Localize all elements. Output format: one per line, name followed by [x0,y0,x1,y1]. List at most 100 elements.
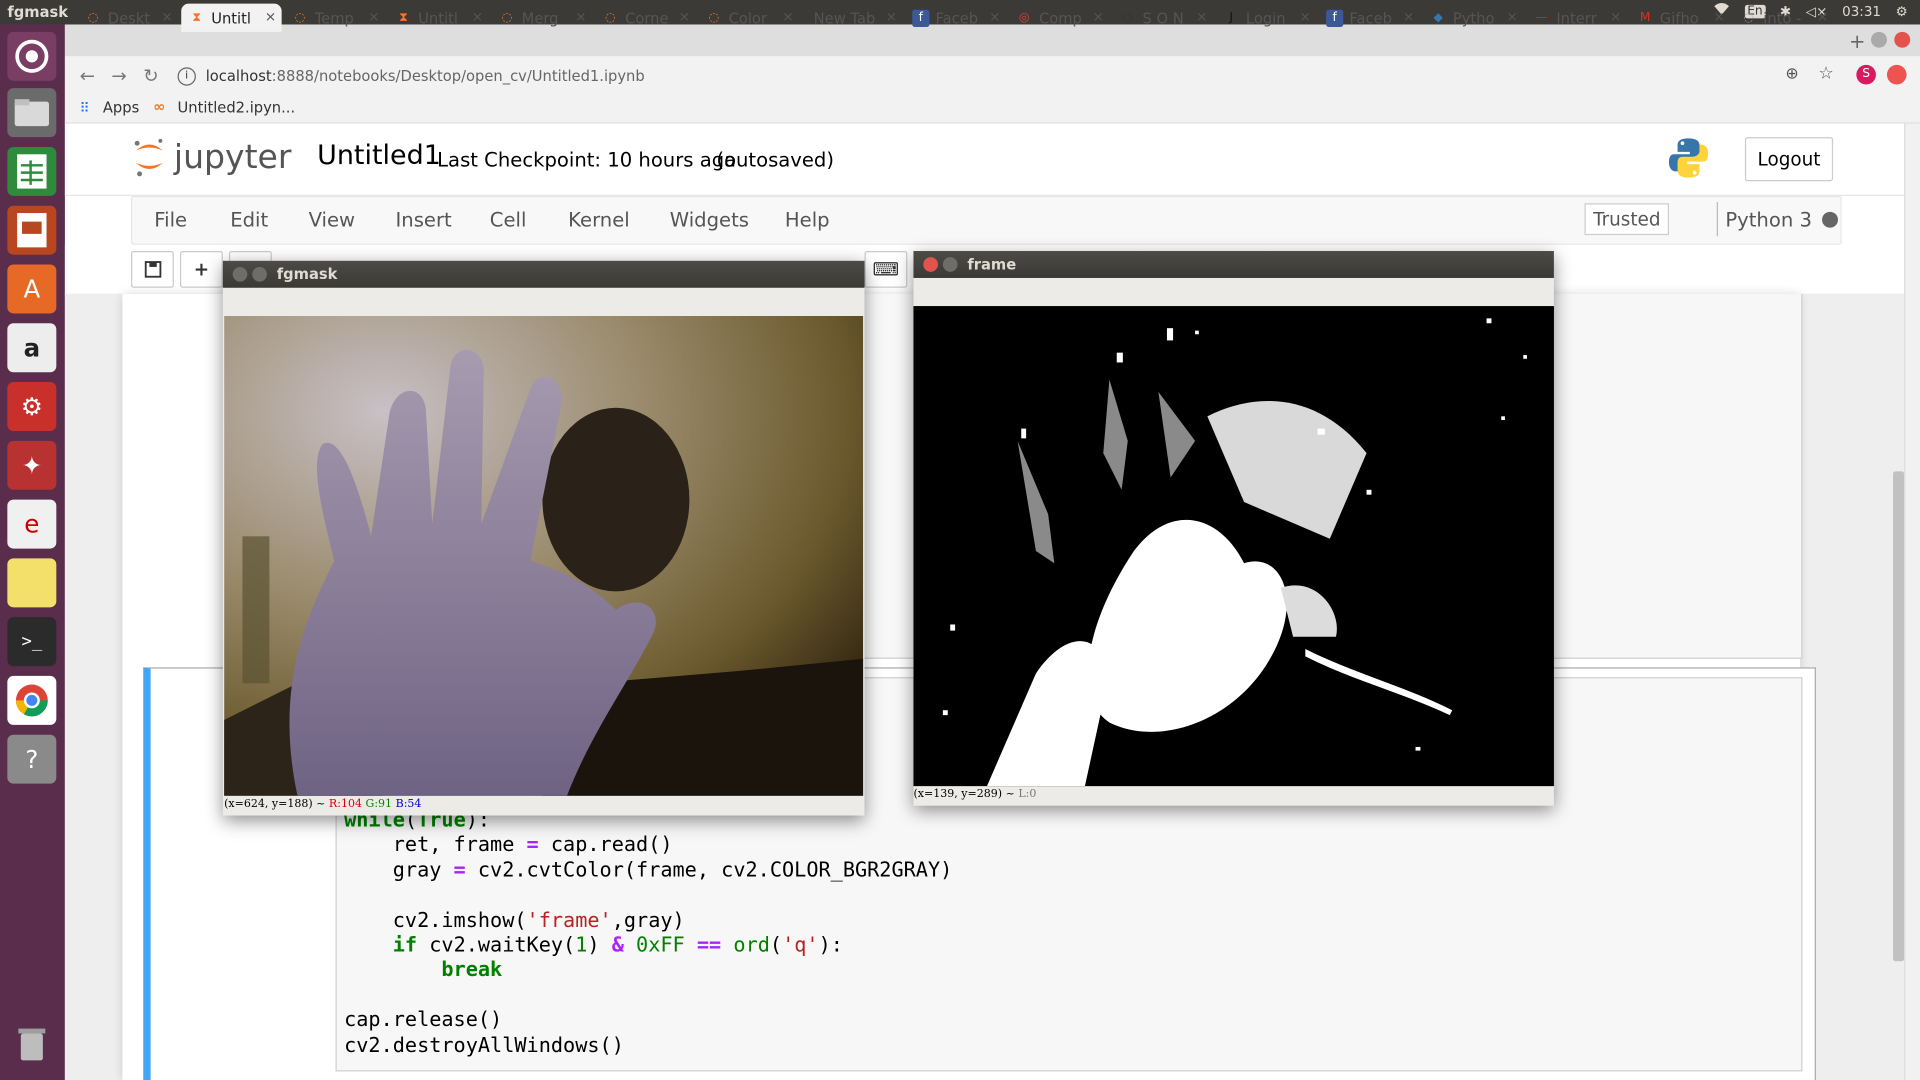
checkpoint-status: Last Checkpoint: 10 hours ago [437,148,737,172]
close-button[interactable] [232,266,248,282]
bookmark-apps[interactable]: Apps [103,99,139,116]
frame-titlebar[interactable]: frame [913,251,1554,278]
browser-tab[interactable]: ○ S O N × [1112,4,1212,32]
network-tool-icon[interactable]: ✦ [7,440,57,490]
extension-icon[interactable] [1886,64,1907,85]
browser-tab[interactable]: ◆ Pytho × [1422,4,1522,32]
menu-file[interactable]: File [154,208,187,231]
red-value: R:104 [328,798,362,811]
document-viewer-icon[interactable]: e [7,499,57,549]
profile-avatar[interactable]: S [1856,64,1876,85]
browser-tab[interactable]: ◌ Color × [698,4,798,32]
clock[interactable]: 03:31 [1842,3,1881,19]
minimize-button[interactable] [1871,31,1887,48]
close-tab-icon[interactable]: × [1403,9,1414,25]
menu-help[interactable]: Help [785,208,830,231]
browser-tab[interactable]: ◌ Deskt × [77,4,177,32]
trusted-indicator[interactable]: Trusted [1584,203,1670,236]
code-token: cap.release() [344,1007,503,1032]
system-settings-icon[interactable]: ⚙ [7,382,57,432]
fgmask-titlebar[interactable]: fgmask [222,260,865,288]
close-button[interactable] [923,257,938,272]
close-tab-icon[interactable]: × [782,9,793,25]
browser-tab[interactable]: New Tab × [801,4,901,32]
browser-tab[interactable]: ◌ Corne × [594,4,694,32]
new-tab-button[interactable]: + [1849,29,1865,52]
zoom-icon[interactable]: ⊕ [1785,65,1798,83]
browser-tab[interactable]: ⧗ Untitl × [388,4,488,32]
trash-icon[interactable] [7,1019,56,1068]
terminal-icon[interactable]: >_ [7,617,57,667]
close-tab-icon[interactable]: × [1713,9,1724,25]
browser-tab[interactable]: ⧗ Untitl × [180,3,282,32]
close-tab-icon[interactable]: × [1196,9,1207,25]
bookmark-untitled2[interactable]: Untitled2.ipyn... [178,99,296,116]
close-tab-icon[interactable]: × [1300,9,1311,25]
scrollbar-thumb[interactable] [1893,471,1905,962]
software-center-icon[interactable]: A [7,264,57,314]
close-tab-icon[interactable]: × [886,9,897,25]
close-tab-icon[interactable]: × [368,9,379,25]
help-icon[interactable]: ? [7,734,57,784]
jupyter-logo[interactable]: jupyter [132,136,291,178]
back-arrow-icon[interactable]: ← [80,65,95,87]
python-icon: ◆ [1433,11,1443,25]
frame-window[interactable]: frame (x=139, y=289) ~ L:0 [913,251,1554,806]
bookmark-star-icon[interactable]: ☆ [1818,64,1833,84]
close-tab-icon[interactable]: × [472,9,483,25]
chrome-icon[interactable] [7,675,57,725]
minimize-button[interactable] [942,257,958,272]
logout-button[interactable]: Logout [1744,137,1834,182]
browser-tab[interactable]: f Faceb × [905,4,1005,32]
amazon-icon[interactable]: a [7,323,57,373]
menu-edit[interactable]: Edit [230,208,268,231]
menu-cell[interactable]: Cell [490,208,527,231]
sticky-notes-icon[interactable] [7,558,57,608]
save-icon[interactable] [131,251,174,288]
info-icon[interactable]: i [177,66,196,86]
menu-widgets[interactable]: Widgets [670,208,749,231]
menu-kernel[interactable]: Kernel [568,208,630,231]
keyboard-icon[interactable]: ⌨ [864,251,908,288]
reload-icon[interactable]: ↻ [143,65,158,87]
settings-gear-icon[interactable]: ⚙ [1896,3,1908,19]
close-tab-icon[interactable]: × [679,9,690,25]
browser-tab[interactable]: J Login × [1215,4,1315,32]
menu-view[interactable]: View [309,208,355,231]
spreadsheet-icon[interactable] [7,146,57,196]
forward-arrow-icon[interactable]: → [111,65,126,87]
dash-home-icon[interactable] [7,31,57,81]
cursor-position: (x=624, y=188) ~ [224,798,326,811]
files-icon[interactable] [7,88,57,138]
code-token: ( [769,933,783,957]
minimize-button[interactable] [252,266,267,282]
code-token: 'q' [782,933,819,957]
menu-insert[interactable]: Insert [396,208,452,231]
fgmask-window[interactable]: fgmask (x=624, y=188) ~ R:104 G:91 B:54 [222,260,865,816]
kernel-indicator[interactable]: Python 3 [1716,202,1838,237]
browser-tab[interactable]: ◌ into - × [1733,4,1833,32]
browser-tab[interactable]: — Interr × [1526,4,1626,32]
url-path: :8888/notebooks/Desktop/open_cv/Untitled… [271,67,645,85]
presentation-icon[interactable] [7,205,57,255]
webcam-image[interactable] [224,315,864,796]
browser-tab[interactable]: f Faceb × [1319,4,1419,32]
url-field[interactable]: i localhost:8888/notebooks/Desktop/open_… [177,61,1831,90]
close-tab-icon[interactable]: × [1093,9,1104,25]
browser-tab[interactable]: M Gifho × [1629,4,1729,32]
close-tab-icon[interactable]: × [1506,9,1517,25]
notebook-name[interactable]: Untitled1 [317,141,441,172]
close-tab-icon[interactable]: × [575,9,586,25]
close-tab-icon[interactable]: × [1817,9,1828,25]
insert-cell-plus-icon[interactable]: + [180,251,223,288]
browser-tab[interactable]: ◌ Merg × [491,4,591,32]
mask-image[interactable] [913,306,1554,787]
close-tab-icon[interactable]: × [1610,9,1621,25]
close-tab-icon[interactable]: × [161,9,172,25]
close-window-button[interactable] [1894,31,1911,48]
browser-tab[interactable]: ◎ Comp × [1008,4,1108,32]
close-tab-icon[interactable]: × [265,9,276,25]
browser-tab[interactable]: ◌ Temp × [284,4,384,32]
close-tab-icon[interactable]: × [989,9,1000,25]
page-scrollbar[interactable] [1904,123,1920,1080]
